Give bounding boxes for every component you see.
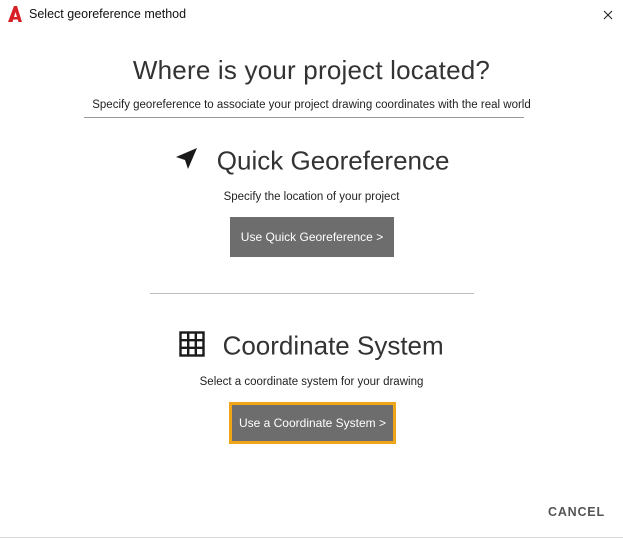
section-divider — [150, 293, 474, 294]
use-coordinate-system-button[interactable]: Use a Coordinate System > — [229, 402, 396, 444]
window-title: Select georeference method — [29, 7, 187, 21]
cancel-button[interactable]: CANCEL — [548, 505, 605, 519]
navigation-arrow-icon — [175, 148, 197, 170]
grid-icon — [179, 331, 206, 357]
autocad-app-icon — [8, 6, 22, 22]
page-subline: Specify georeference to associate your p… — [92, 99, 531, 111]
subline-underline — [84, 117, 524, 118]
page-headline: Where is your project located? — [132, 55, 491, 85]
georeference-dialog: Select georeference method Where is your… — [0, 0, 623, 538]
coordinate-system-title: Coordinate System — [222, 330, 444, 361]
quick-georeference-description: Specify the location of your project — [223, 191, 400, 203]
title-bar: Select georeference method — [0, 0, 623, 30]
quick-georeference-title: Quick Georeference — [216, 145, 450, 176]
coordinate-system-heading: Coordinate System — [0, 329, 623, 362]
coordinate-system-description: Select a coordinate system for your draw… — [199, 376, 424, 388]
close-icon[interactable] — [598, 5, 618, 25]
use-quick-georeference-button[interactable]: Use Quick Georeference > — [230, 217, 394, 257]
quick-georeference-heading: Quick Georeference — [0, 144, 623, 177]
